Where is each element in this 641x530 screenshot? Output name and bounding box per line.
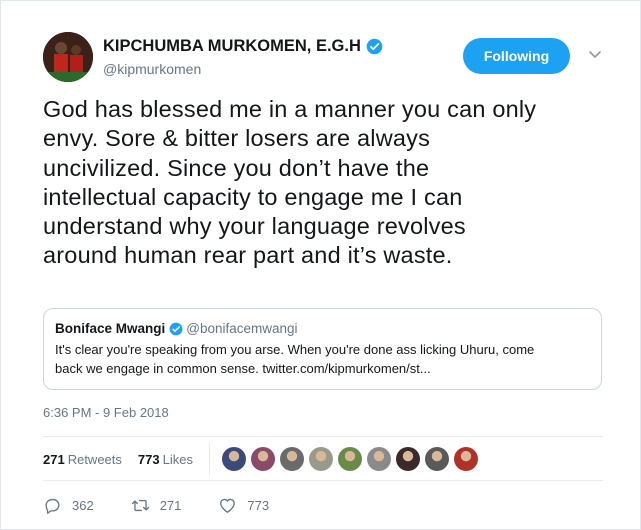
retweets-stat[interactable]: 271 Retweets — [43, 452, 122, 467]
tweet-card: KIPCHUMBA MURKOMEN, E.G.H @kipmurkomen F… — [0, 0, 641, 530]
quoted-tweet-text: It's clear you're speaking from you arse… — [55, 341, 590, 378]
liker-avatar-7[interactable] — [395, 447, 420, 471]
retweets-count: 271 — [43, 451, 65, 467]
engagement-stats: 271 Retweets 773 Likes — [43, 437, 603, 481]
liker-avatar-5[interactable] — [337, 447, 362, 471]
reply-icon — [45, 498, 60, 514]
reply-action[interactable]: 362 — [43, 496, 94, 515]
quoted-tweet-header: Boniface Mwangi @bonifacemwangi — [55, 321, 590, 336]
retweets-label: Retweets — [67, 451, 122, 467]
quoted-tweet[interactable]: Boniface Mwangi @bonifacemwangi It's cle… — [43, 308, 602, 390]
avatar[interactable] — [43, 32, 93, 82]
tweet-header: KIPCHUMBA MURKOMEN, E.G.H @kipmurkomen F… — [43, 32, 623, 84]
tweet-text-line: God has blessed me in a manner you can o… — [43, 96, 537, 122]
quoted-handle: @bonifacemwangi — [186, 321, 298, 336]
divider — [43, 480, 603, 481]
retweet-count: 271 — [159, 498, 182, 513]
retweet-icon — [131, 499, 149, 512]
quoted-display-name: Boniface Mwangi — [55, 321, 166, 336]
likes-label: Likes — [162, 451, 193, 467]
liker-avatar-2[interactable] — [250, 447, 275, 471]
name-row: KIPCHUMBA MURKOMEN, E.G.H — [103, 37, 383, 56]
like-count: 773 — [247, 498, 270, 513]
liker-avatar-3[interactable] — [279, 447, 304, 471]
tweet-text: God has blessed me in a manner you can o… — [43, 95, 613, 271]
verified-badge-icon — [366, 38, 383, 55]
chevron-down-icon[interactable] — [587, 46, 603, 62]
like-action[interactable]: 773 — [218, 496, 269, 515]
display-name[interactable]: KIPCHUMBA MURKOMEN, E.G.H — [103, 37, 361, 56]
tweet-text-line: around human rear part and it’s waste. — [43, 242, 453, 269]
tweet-text-line: intellectual capacity to engage me I can — [43, 183, 463, 210]
liker-avatar-4[interactable] — [308, 447, 333, 471]
tweet-text-line: uncivilized. Since you don’t have the — [43, 154, 430, 181]
tweet-text-line: envy. Sore & bitter losers are always — [43, 125, 431, 152]
tweet-actions: 362 271 773 — [43, 496, 306, 515]
tweet-text-line: understand why your language revolves — [43, 213, 466, 240]
following-button[interactable]: Following — [463, 38, 570, 74]
quoted-text-line: It's clear you're speaking from you arse… — [55, 342, 535, 357]
liker-avatar-1[interactable] — [221, 447, 246, 471]
verified-badge-icon — [169, 322, 183, 335]
liker-avatar-6[interactable] — [366, 447, 391, 471]
tweet-timestamp[interactable]: 6:36 PM - 9 Feb 2018 — [43, 405, 169, 420]
liker-avatar-9[interactable] — [453, 447, 478, 471]
user-handle[interactable]: @kipmurkomen — [103, 61, 201, 77]
heart-icon — [220, 498, 236, 513]
likes-count: 773 — [137, 451, 160, 467]
reply-count: 362 — [72, 498, 94, 513]
liker-avatars — [221, 447, 483, 471]
likes-stat[interactable]: 773 Likes — [138, 452, 193, 467]
liker-avatar-8[interactable] — [424, 447, 449, 471]
retweet-action[interactable]: 271 — [131, 496, 182, 515]
quoted-text-line: back we engage in common sense. twitter.… — [55, 360, 431, 376]
stats-separator — [208, 442, 210, 476]
